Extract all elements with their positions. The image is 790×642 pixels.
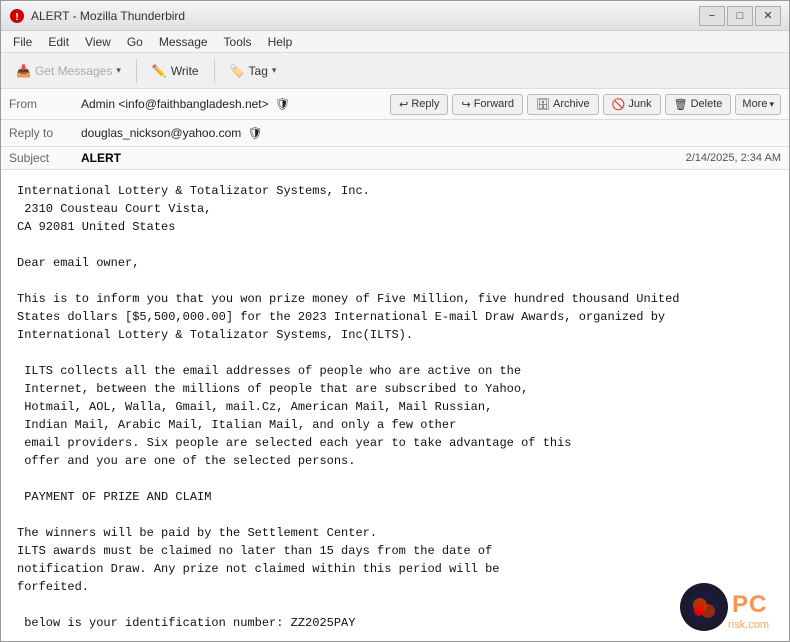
reply-to-label: Reply to: [9, 126, 81, 140]
reply-to-value: douglas_nickson@yahoo.com 🛡: [81, 126, 781, 141]
tag-icon: 🏷️: [230, 64, 245, 78]
subject-row: Subject ALERT 2/14/2025, 2:34 AM: [1, 147, 789, 170]
reply-security-icon[interactable]: 🛡: [248, 126, 262, 140]
menu-view[interactable]: View: [77, 33, 119, 51]
menu-message[interactable]: Message: [151, 33, 216, 51]
archive-label: Archive: [553, 98, 590, 110]
from-address: Admin <info@faithbangladesh.net>: [81, 97, 269, 111]
write-icon: ✏️: [152, 64, 167, 78]
app-icon: !: [9, 8, 25, 24]
maximize-button[interactable]: □: [727, 6, 753, 26]
junk-button[interactable]: 🚫 Junk: [603, 94, 661, 115]
email-from-row: From Admin <info@faithbangladesh.net> 🛡 …: [1, 89, 789, 120]
write-button[interactable]: ✏️ Write: [143, 59, 208, 83]
sender-security-icon[interactable]: 🛡: [275, 97, 289, 111]
svg-text:!: !: [15, 12, 18, 23]
window-controls: − □ ✕: [699, 6, 781, 26]
from-value: Admin <info@faithbangladesh.net> 🛡: [81, 97, 390, 112]
delete-button[interactable]: 🗑 Delete: [665, 94, 732, 115]
main-toolbar: 📥 Get Messages ▾ ✏️ Write 🏷️ Tag ▾: [1, 53, 789, 89]
more-button[interactable]: More ▾: [735, 94, 781, 115]
forward-button[interactable]: ↪ Forward: [452, 94, 523, 115]
menu-tools[interactable]: Tools: [216, 33, 260, 51]
email-action-buttons: ↩ Reply ↪ Forward 🗄 Archive 🚫 Junk 🗑: [390, 94, 781, 115]
menu-file[interactable]: File: [5, 33, 40, 51]
close-button[interactable]: ✕: [755, 6, 781, 26]
delete-icon: 🗑: [674, 98, 688, 111]
from-label: From: [9, 97, 81, 111]
junk-label: Junk: [628, 98, 651, 110]
reply-icon: ↩: [399, 98, 408, 111]
reply-to-address: douglas_nickson@yahoo.com: [81, 126, 241, 140]
get-messages-button[interactable]: 📥 Get Messages ▾: [7, 59, 130, 83]
archive-icon: 🗄: [536, 98, 550, 111]
more-dropdown-icon: ▾: [769, 99, 774, 110]
menu-bar: File Edit View Go Message Tools Help: [1, 31, 789, 53]
menu-help[interactable]: Help: [260, 33, 301, 51]
reply-button[interactable]: ↩ Reply: [390, 94, 448, 115]
window-title: ALERT - Mozilla Thunderbird: [31, 9, 699, 23]
main-window: ! ALERT - Mozilla Thunderbird − □ ✕ File…: [0, 0, 790, 642]
tag-button[interactable]: 🏷️ Tag ▾: [221, 59, 286, 83]
menu-go[interactable]: Go: [119, 33, 151, 51]
get-messages-label: Get Messages: [35, 64, 112, 78]
menu-edit[interactable]: Edit: [40, 33, 77, 51]
reply-to-row: Reply to douglas_nickson@yahoo.com 🛡: [1, 120, 789, 147]
minimize-button[interactable]: −: [699, 6, 725, 26]
toolbar-sep-2: [214, 59, 215, 83]
reply-label: Reply: [411, 98, 439, 110]
tag-dropdown-icon[interactable]: ▾: [272, 65, 277, 76]
subject-value: ALERT: [81, 151, 686, 165]
email-date: 2/14/2025, 2:34 AM: [686, 152, 781, 164]
message-body[interactable]: International Lottery & Totalizator Syst…: [1, 170, 789, 641]
write-label: Write: [171, 64, 199, 78]
more-label: More: [742, 98, 767, 110]
get-messages-dropdown-icon[interactable]: ▾: [116, 65, 121, 76]
junk-icon: 🚫: [612, 98, 626, 111]
delete-label: Delete: [691, 98, 723, 110]
subject-label: Subject: [9, 151, 81, 165]
title-bar: ! ALERT - Mozilla Thunderbird − □ ✕: [1, 1, 789, 31]
get-messages-icon: 📥: [16, 64, 31, 78]
message-body-wrapper: International Lottery & Totalizator Syst…: [1, 170, 789, 641]
forward-label: Forward: [474, 98, 514, 110]
toolbar-sep-1: [136, 59, 137, 83]
archive-button[interactable]: 🗄 Archive: [527, 94, 599, 115]
tag-label: Tag: [249, 64, 268, 78]
forward-icon: ↪: [461, 98, 470, 111]
